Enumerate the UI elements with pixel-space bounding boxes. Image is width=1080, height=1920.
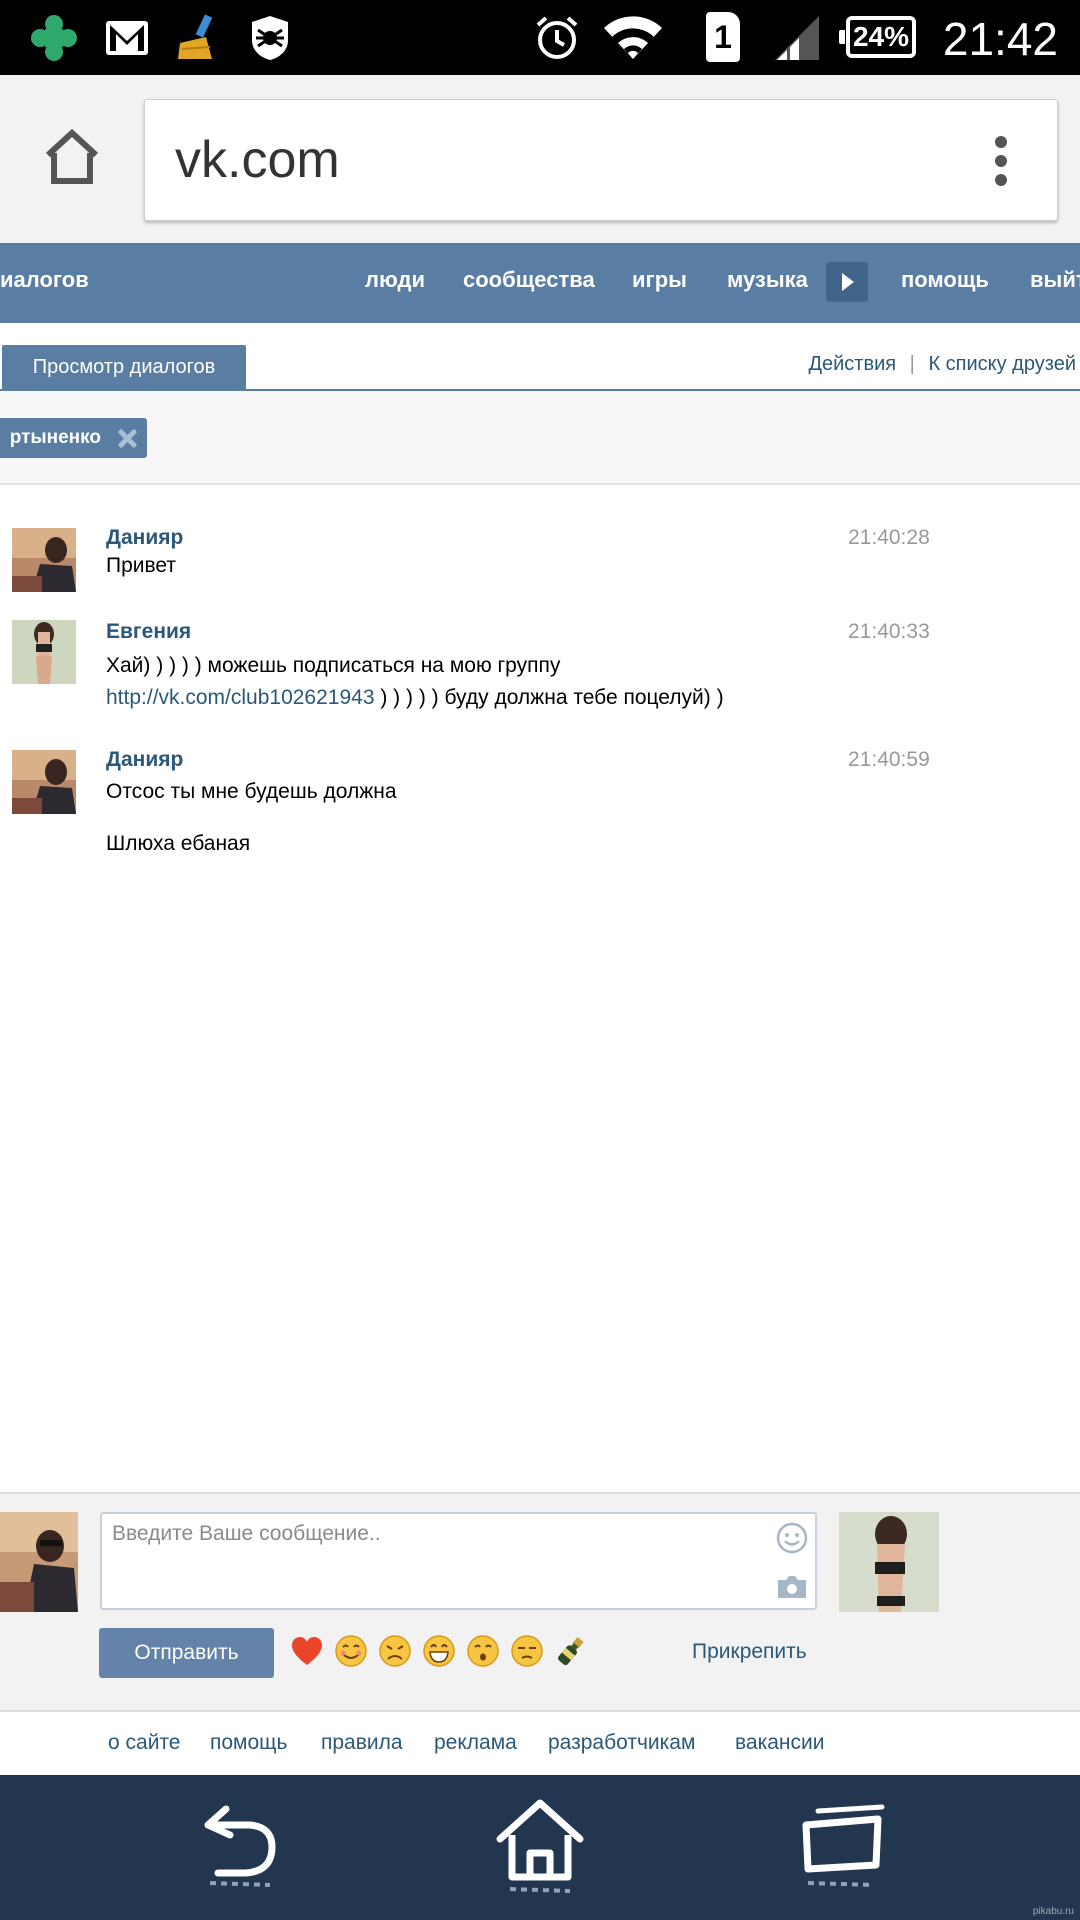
smiley-icon[interactable] (776, 1522, 808, 1559)
play-arrow-icon[interactable] (826, 262, 868, 302)
close-icon[interactable] (117, 428, 137, 448)
smile-emoji-icon[interactable] (334, 1634, 368, 1668)
dialogs-tabs: Просмотр диалогов Действия | К списку др… (0, 323, 1080, 391)
actions-link[interactable]: Действия (808, 353, 896, 375)
tabs-actions: Действия | К списку друзей (808, 353, 1076, 376)
url-text[interactable]: vk.com (175, 100, 340, 220)
grin-emoji-icon[interactable] (422, 1634, 456, 1668)
message-time: 21:40:28 (848, 526, 930, 549)
dr-web-spider-icon (246, 10, 294, 66)
message-text-line2: http://vk.com/club102621943 ) ) ) ) ) бу… (106, 682, 724, 714)
message-text: Отсос ты мне будешь должна (106, 780, 397, 803)
camera-icon[interactable] (776, 1574, 808, 1605)
android-navigation-bar: pikabu.ru (0, 1775, 1080, 1920)
dialog-participants: ртыненко (0, 391, 1080, 485)
participant-chip[interactable]: ртыненко (0, 418, 147, 458)
message-author[interactable]: Данияр (106, 748, 183, 772)
actions-separator: | (909, 353, 915, 375)
send-button[interactable]: Отправить (99, 1628, 274, 1678)
footer-link-jobs[interactable]: вакансии (735, 1712, 825, 1774)
avatar-evgeniya[interactable] (12, 620, 76, 684)
home-nav-icon[interactable] (490, 1795, 590, 1905)
message-item: Евгения 21:40:33 Хай) ) ) ) ) можешь под… (0, 614, 1080, 724)
footer-link-ads[interactable]: реклама (434, 1712, 517, 1774)
heart-emoji-icon[interactable] (290, 1634, 324, 1668)
wifi-icon (600, 10, 666, 66)
footer-link-developers[interactable]: разработчикам (548, 1712, 695, 1774)
friends-list-link[interactable]: К списку друзей (928, 353, 1076, 375)
participant-name: ртыненко (9, 427, 101, 448)
group-link[interactable]: http://vk.com/club102621943 (106, 686, 375, 709)
nav-help[interactable]: помощь (901, 243, 989, 317)
clean-master-broom-icon (170, 10, 224, 66)
overflow-menu-icon[interactable] (995, 136, 1009, 186)
kiss-emoji-icon[interactable] (466, 1634, 500, 1668)
nav-communities[interactable]: сообщества (463, 243, 595, 317)
battery-icon: 24% (839, 16, 916, 58)
status-bar: 1 24% 21:42 (0, 0, 1080, 75)
message-text-rest: ) ) ) ) ) буду должна тебе поцелуй) ) (374, 686, 724, 709)
recents-icon[interactable] (792, 1795, 892, 1905)
nav-games[interactable]: игры (632, 243, 687, 317)
message-time: 21:40:33 (848, 620, 930, 643)
nav-music[interactable]: музыка (727, 243, 808, 317)
message-author[interactable]: Данияр (106, 526, 183, 550)
footer-link-help[interactable]: помощь (210, 1712, 287, 1774)
message-composer: Отправить Прикрепить (0, 1492, 1080, 1712)
nav-logout[interactable]: выйт (1030, 243, 1080, 317)
recipient-avatar[interactable] (839, 1512, 939, 1612)
relieved-emoji-icon[interactable] (510, 1634, 544, 1668)
footer-links: о сайте помощь правила реклама разработч… (0, 1712, 1080, 1775)
status-clock: 21:42 (942, 13, 1058, 65)
sim-card-icon: 1 (706, 12, 740, 62)
my-avatar[interactable] (0, 1512, 78, 1612)
nav-people[interactable]: люди (365, 243, 425, 317)
vk-top-nav: иалогов люди сообщества игры музыка помо… (0, 243, 1080, 323)
footer-link-about[interactable]: о сайте (108, 1712, 181, 1774)
alarm-icon (532, 10, 582, 66)
message-input[interactable] (100, 1512, 817, 1610)
watermark: pikabu.ru (1032, 1906, 1074, 1917)
message-text: Привет (106, 554, 177, 577)
attach-link[interactable]: Прикрепить (692, 1640, 807, 1664)
avatar-daniyar[interactable] (12, 528, 76, 592)
gmail-icon (102, 10, 152, 66)
message-text: Шлюха ебаная (106, 832, 251, 855)
message-time: 21:40:59 (848, 748, 930, 771)
champagne-emoji-icon[interactable] (554, 1634, 588, 1668)
back-icon[interactable] (190, 1795, 290, 1905)
footer-link-rules[interactable]: правила (321, 1712, 403, 1774)
nav-dialogs[interactable]: иалогов (0, 243, 89, 317)
disappointed-emoji-icon[interactable] (378, 1634, 412, 1668)
address-bar[interactable]: vk.com (144, 99, 1058, 221)
browser-toolbar: vk.com (0, 75, 1080, 243)
home-icon[interactable] (42, 127, 102, 192)
message-item: Данияр 21:40:28 Привет (0, 520, 1080, 600)
signal-icon (772, 10, 822, 66)
message-author[interactable]: Евгения (106, 620, 191, 644)
plus-app-icon (24, 10, 84, 66)
message-item: Данияр 21:40:59 Отсос ты мне будешь долж… (0, 742, 1080, 862)
tab-view-dialogs[interactable]: Просмотр диалогов (2, 345, 246, 391)
message-text: Хай) ) ) ) ) можешь подписаться на мою г… (106, 654, 561, 677)
avatar-daniyar[interactable] (12, 750, 76, 814)
